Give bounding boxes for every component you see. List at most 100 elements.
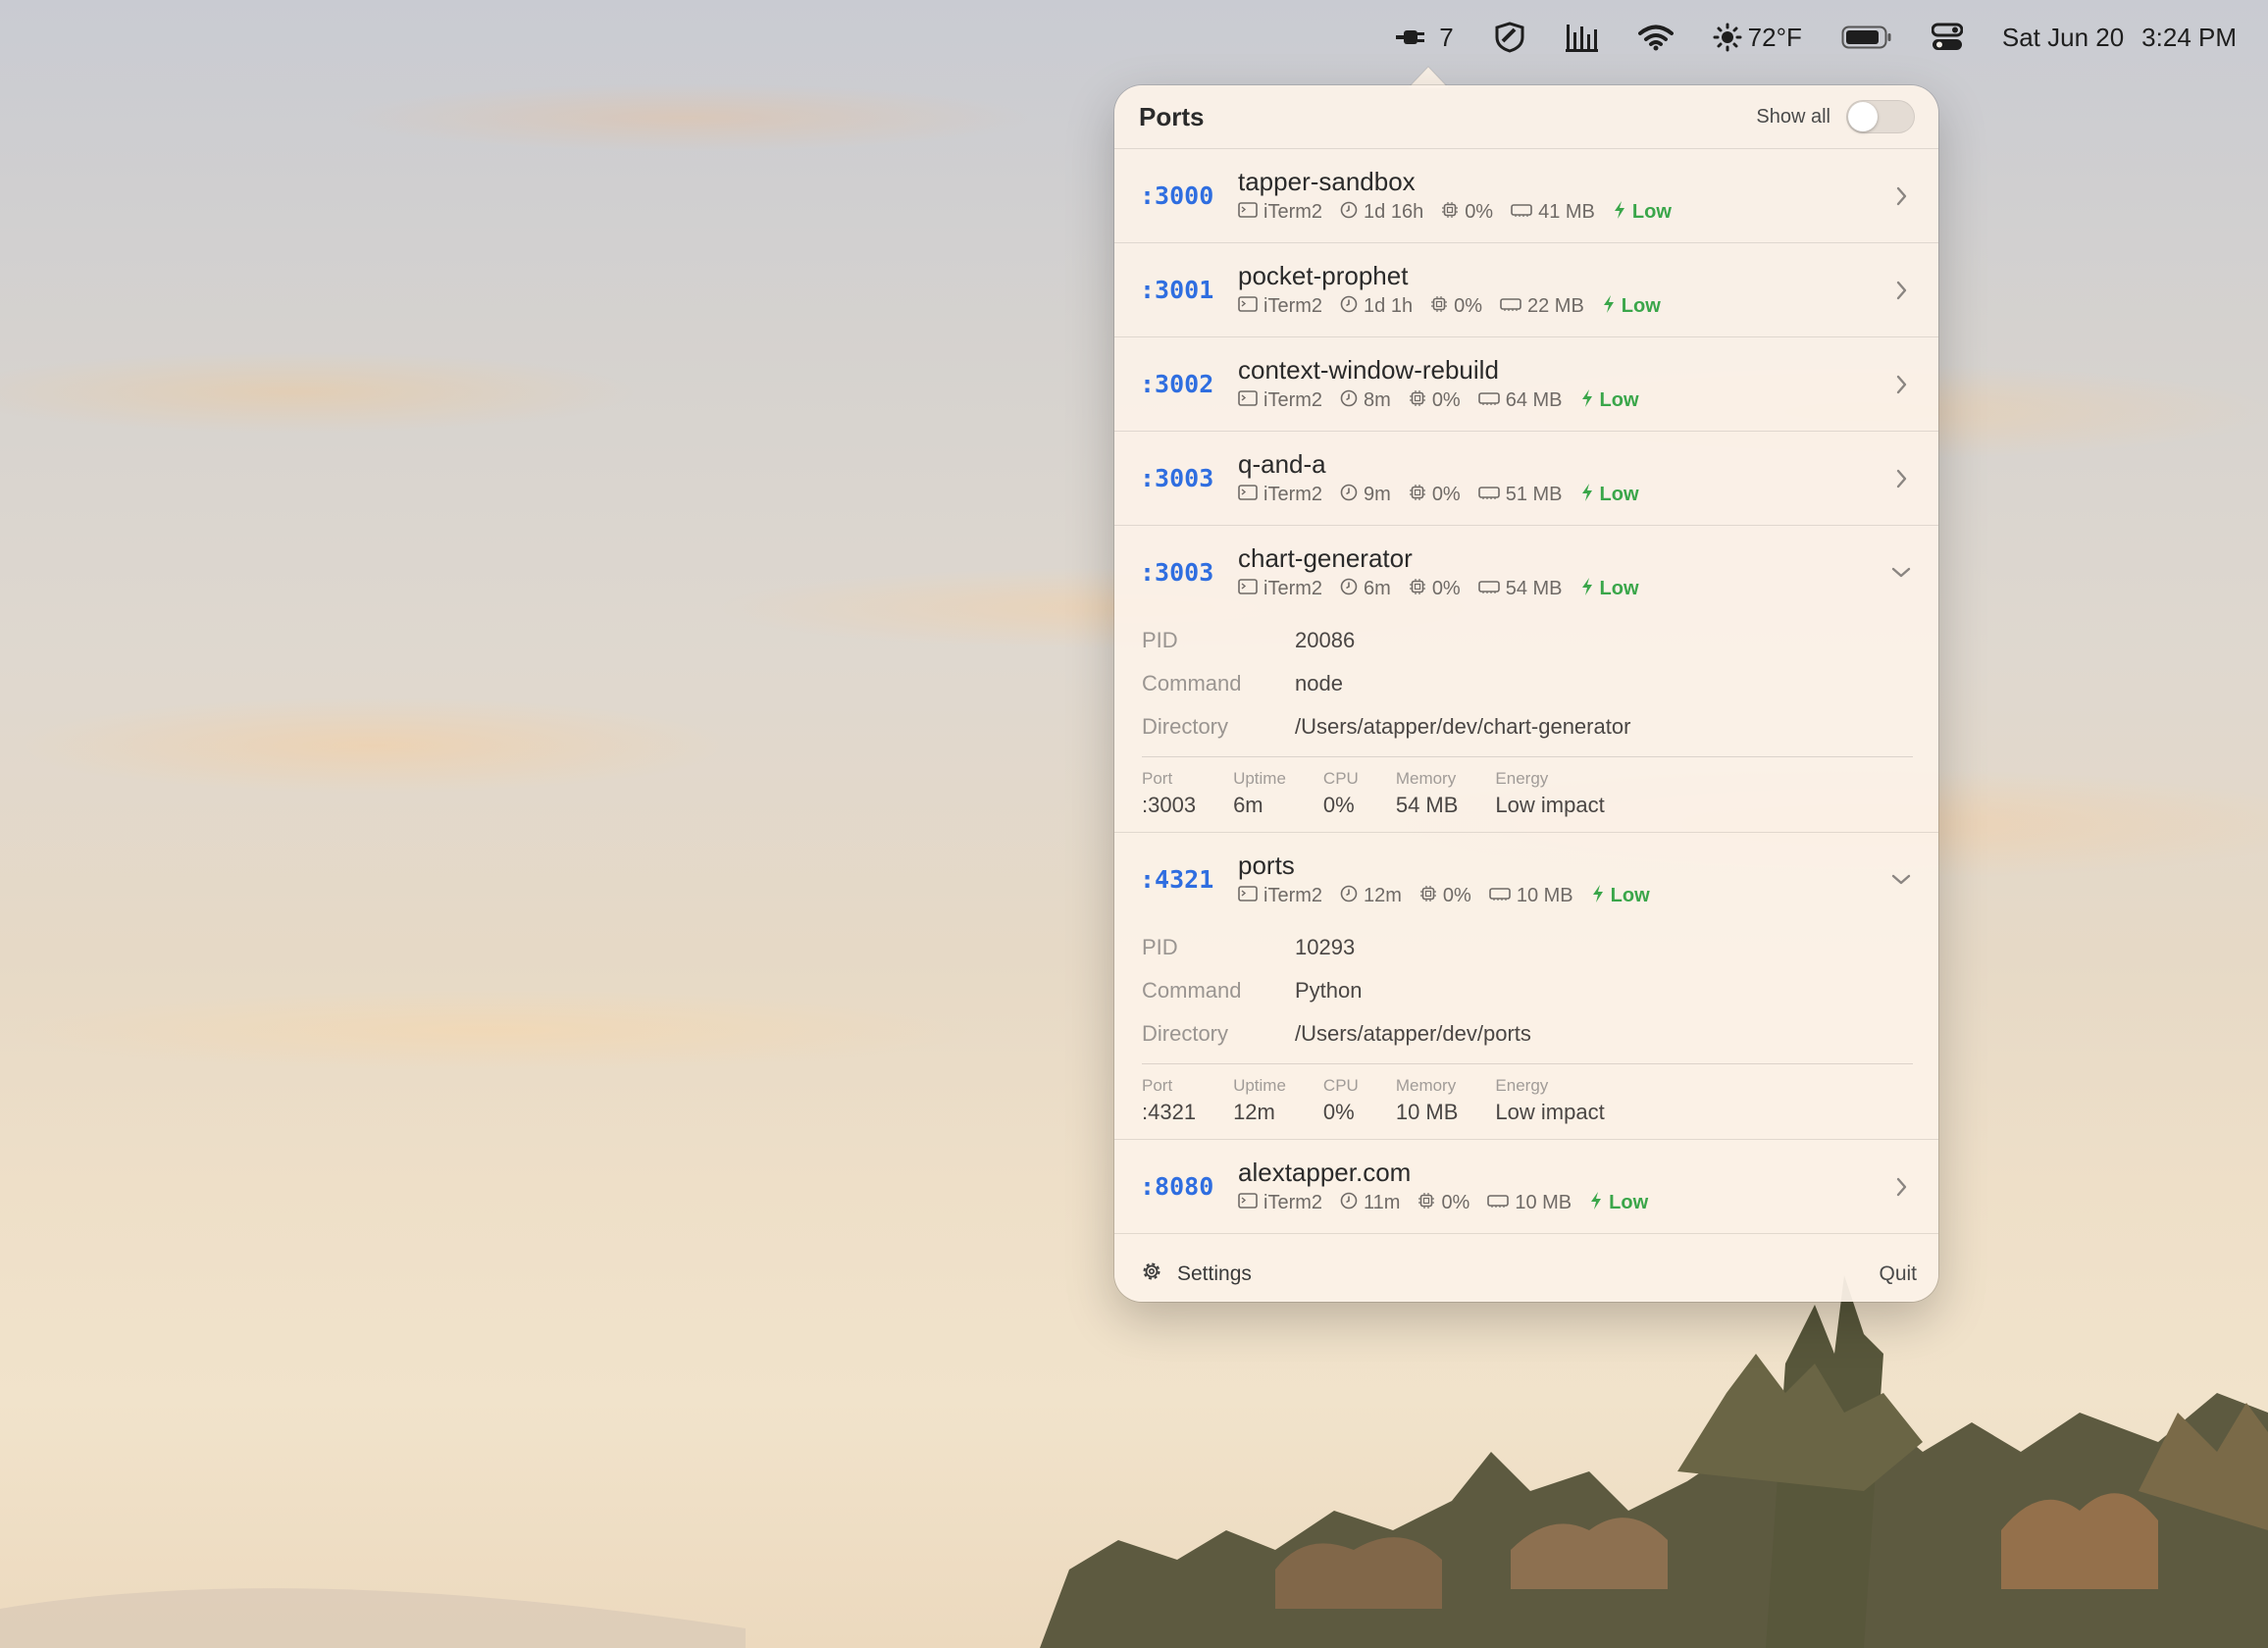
cpu-meta: 0% <box>1419 885 1471 908</box>
ports-list: :3000 tapper-sandbox iTerm2 1d 16h 0% 41… <box>1114 149 1938 1234</box>
stat-cpu: CPU 0% <box>1323 769 1359 818</box>
control-center-icon[interactable] <box>1931 0 1963 75</box>
memory-value: 51 MB <box>1505 484 1563 505</box>
wifi-icon[interactable] <box>1637 0 1674 75</box>
stats-row: Port:3003 Uptime 6m CPU 0% Memory 54 MB Energy L… <box>1142 769 1913 818</box>
chevron-down-icon[interactable] <box>1889 560 1913 589</box>
process-details: PID 20086 Command node Directory/Users/ata… <box>1114 619 1938 832</box>
weather-menu-extra[interactable]: 72°F <box>1713 0 1802 75</box>
port-number: :3003 <box>1140 464 1214 492</box>
port-row: :3002 context-window-rebuild iTerm2 8m 0… <box>1114 337 1938 432</box>
show-all-label: Show all <box>1756 105 1830 128</box>
panel-title: Ports <box>1139 101 1205 131</box>
process-info: pocket-prophet iTerm2 1d 1h 0% 22 MB Low <box>1238 261 1678 320</box>
stat-cpu: CPU 0% <box>1323 1076 1359 1125</box>
command-row: Command node <box>1142 662 1913 705</box>
chevron-right-icon[interactable] <box>1889 184 1913 213</box>
port-row-summary[interactable]: :3003 q-and-a iTerm2 9m 0% 51 MB Low <box>1114 432 1938 525</box>
port-row-summary[interactable]: :4321 ports iTerm2 12m 0% 10 MB Low <box>1114 833 1938 926</box>
terminal-icon <box>1238 295 1263 318</box>
stat-value: 10 MB <box>1395 1100 1459 1124</box>
energy-value: Low <box>1609 1192 1649 1213</box>
panel-header: Ports Show all <box>1114 85 1938 149</box>
audio-levels-icon[interactable] <box>1565 0 1599 75</box>
uptime-meta: 8m <box>1340 389 1391 413</box>
cpu-value: 0% <box>1441 1192 1470 1213</box>
uptime-meta: 6m <box>1340 578 1391 601</box>
stat-value: Low impact <box>1495 1100 1605 1124</box>
chevron-right-icon[interactable] <box>1889 279 1913 307</box>
clock-icon <box>1340 484 1364 507</box>
port-row: :3001 pocket-prophet iTerm2 1d 1h 0% 22 … <box>1114 243 1938 337</box>
bolt-icon <box>1591 884 1611 909</box>
shield-pen-icon[interactable] <box>1493 0 1526 75</box>
directory-label: Directory <box>1142 714 1229 739</box>
bolt-icon <box>1580 388 1600 414</box>
cpu-meta: 0% <box>1441 201 1493 225</box>
process-info: tapper-sandbox iTerm2 1d 16h 0% 41 MB Lo… <box>1238 167 1689 226</box>
memory-meta: 64 MB <box>1477 389 1563 412</box>
process-info: chart-generator iTerm2 6m 0% 54 MB Low <box>1238 543 1657 602</box>
bolt-icon <box>1580 483 1600 508</box>
panel-footer: Settings Quit <box>1114 1247 1938 1302</box>
app-name: iTerm2 <box>1263 484 1323 505</box>
port-row: :3000 tapper-sandbox iTerm2 1d 16h 0% 41… <box>1114 149 1938 243</box>
memory-value: 64 MB <box>1505 389 1563 411</box>
process-details: PID 10293 Command Python Directory/Users/a… <box>1114 926 1938 1139</box>
port-number: :4321 <box>1140 865 1214 894</box>
port-number: :3001 <box>1140 276 1214 304</box>
memory-icon <box>1477 484 1506 506</box>
energy-meta: Low <box>1580 483 1639 508</box>
details-divider <box>1142 756 1913 757</box>
directory-row: Directory/Users/atapper/dev/chart-genera… <box>1142 705 1913 748</box>
cpu-value: 0% <box>1465 201 1494 223</box>
cpu-meta: 0% <box>1409 389 1461 413</box>
uptime-meta: 1d 16h <box>1340 201 1423 225</box>
stat-label: Uptime <box>1233 769 1286 788</box>
port-row-summary[interactable]: :3003 chart-generator iTerm2 6m 0% 54 MB… <box>1114 526 1938 619</box>
details-divider <box>1142 1063 1913 1064</box>
cpu-meta: 0% <box>1418 1192 1469 1215</box>
stat-value: 54 MB <box>1395 793 1459 817</box>
chevron-down-icon[interactable] <box>1889 867 1913 896</box>
clock-icon <box>1340 389 1364 413</box>
chevron-right-icon[interactable] <box>1889 467 1913 495</box>
settings-button[interactable]: Settings <box>1140 1260 1252 1289</box>
ports-menu-extra[interactable]: 7 <box>1394 0 1454 75</box>
menubar-clock[interactable]: Sat Jun 20 3:24 PM <box>2002 0 2237 75</box>
pid-label: PID <box>1142 628 1178 652</box>
stat-energy: Energy Low impact <box>1495 1076 1604 1125</box>
app-name: iTerm2 <box>1263 389 1323 411</box>
battery-icon[interactable] <box>1841 0 1892 75</box>
cpu-chip-icon <box>1409 484 1432 507</box>
process-meta: iTerm2 11m 0% 10 MB Low <box>1238 1191 1666 1216</box>
app-name: iTerm2 <box>1263 1192 1323 1213</box>
stat-label: Port <box>1142 769 1173 788</box>
cpu-value: 0% <box>1431 484 1461 505</box>
chevron-right-icon[interactable] <box>1889 1175 1913 1204</box>
terminal-icon <box>1238 578 1263 600</box>
uptime-value: 9m <box>1364 484 1391 505</box>
stat-value: 0% <box>1322 793 1355 817</box>
port-row-summary[interactable]: :3000 tapper-sandbox iTerm2 1d 16h 0% 41… <box>1114 149 1938 242</box>
app-name: iTerm2 <box>1263 578 1323 599</box>
bolt-icon <box>1602 294 1622 320</box>
port-row-summary[interactable]: :3001 pocket-prophet iTerm2 1d 1h 0% 22 … <box>1114 243 1938 336</box>
process-info: q-and-a iTerm2 9m 0% 51 MB Low <box>1238 449 1657 508</box>
memory-meta: 54 MB <box>1477 578 1563 600</box>
process-name: chart-generator <box>1238 542 1413 573</box>
menubar-date: Sat Jun 20 <box>2001 22 2125 52</box>
clock-icon <box>1340 1192 1364 1215</box>
uptime-value: 11m <box>1364 1192 1401 1213</box>
port-row-summary[interactable]: :8080 alextapper.com iTerm2 11m 0% 10 MB… <box>1114 1140 1938 1233</box>
port-row-summary[interactable]: :3002 context-window-rebuild iTerm2 8m 0… <box>1114 337 1938 431</box>
terminal-icon <box>1238 484 1263 506</box>
show-all-toggle[interactable] <box>1846 100 1915 133</box>
stat-label: Uptime <box>1233 1076 1286 1095</box>
stats-row: Port:4321 Uptime 12m CPU 0% Memory 10 MB Energy… <box>1142 1076 1913 1125</box>
cpu-value: 0% <box>1431 389 1461 411</box>
app-meta: iTerm2 <box>1238 201 1322 224</box>
chevron-right-icon[interactable] <box>1889 373 1913 401</box>
stat-label: Energy <box>1495 1076 1549 1095</box>
quit-button[interactable]: Quit <box>1879 1262 1917 1286</box>
